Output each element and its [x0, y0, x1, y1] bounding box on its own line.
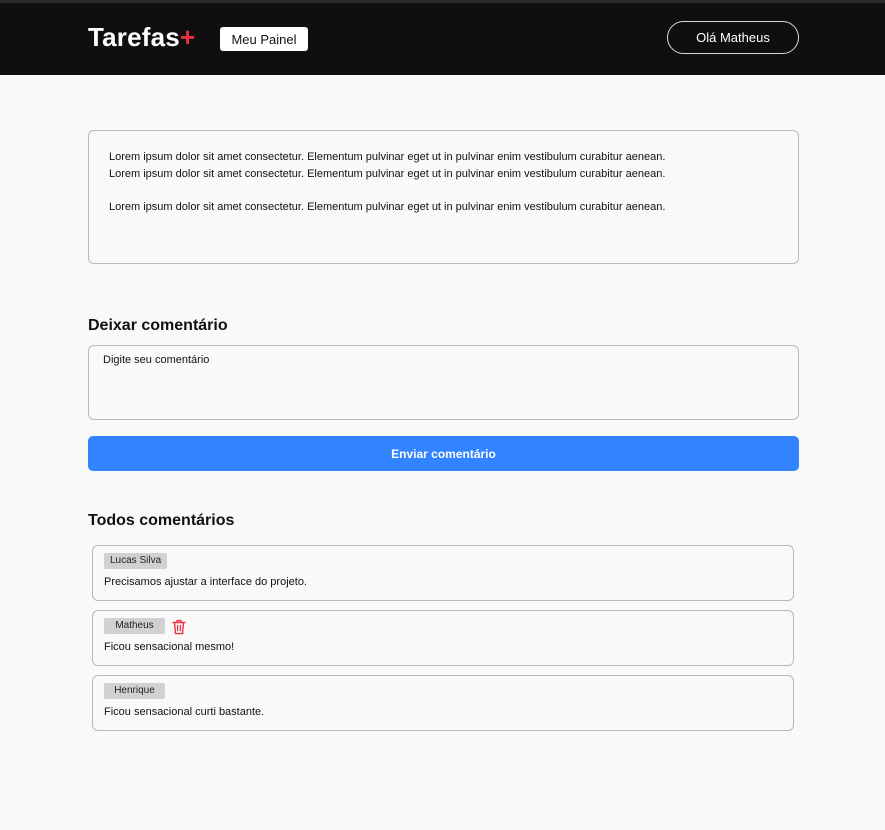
leave-comment-title: Deixar comentário [88, 317, 228, 334]
task-description-line: Lorem ipsum dolor sit amet consectetur. … [109, 151, 666, 163]
task-description-box: Lorem ipsum dolor sit amet consectetur. … [88, 130, 799, 264]
comment-card: Henrique Ficou sensacional curti bastant… [92, 675, 794, 731]
comment-card: Matheus Ficou sensacional mesmo! [92, 610, 794, 666]
task-description-line: Lorem ipsum dolor sit amet consectetur. … [109, 168, 666, 180]
comment-text: Precisamos ajustar a interface do projet… [104, 576, 307, 588]
comment-text: Ficou sensacional curti bastante. [104, 706, 265, 718]
task-description-line: Lorem ipsum dolor sit amet consectetur. … [109, 201, 666, 213]
top-header: Tarefas+ Meu Painel Olá Matheus [0, 0, 885, 75]
comment-author-tag: Henrique [104, 683, 165, 699]
comment-card: Lucas Silva Precisamos ajustar a interfa… [92, 545, 794, 601]
all-comments-title: Todos comentários [88, 512, 235, 529]
comment-textarea[interactable] [88, 345, 799, 420]
comment-author-tag: Lucas Silva [104, 553, 168, 569]
send-comment-button[interactable]: Enviar comentário [88, 436, 799, 471]
my-panel-button[interactable]: Meu Painel [220, 27, 308, 51]
logo-text: Tarefas [88, 22, 180, 52]
logo-plus: + [179, 22, 196, 52]
user-greeting-button[interactable]: Olá Matheus [667, 21, 799, 54]
comment-text: Ficou sensacional mesmo! [104, 641, 235, 653]
trash-icon[interactable] [172, 619, 186, 635]
comment-author-tag: Matheus [104, 618, 165, 634]
app-logo[interactable]: Tarefas+ [88, 21, 195, 53]
